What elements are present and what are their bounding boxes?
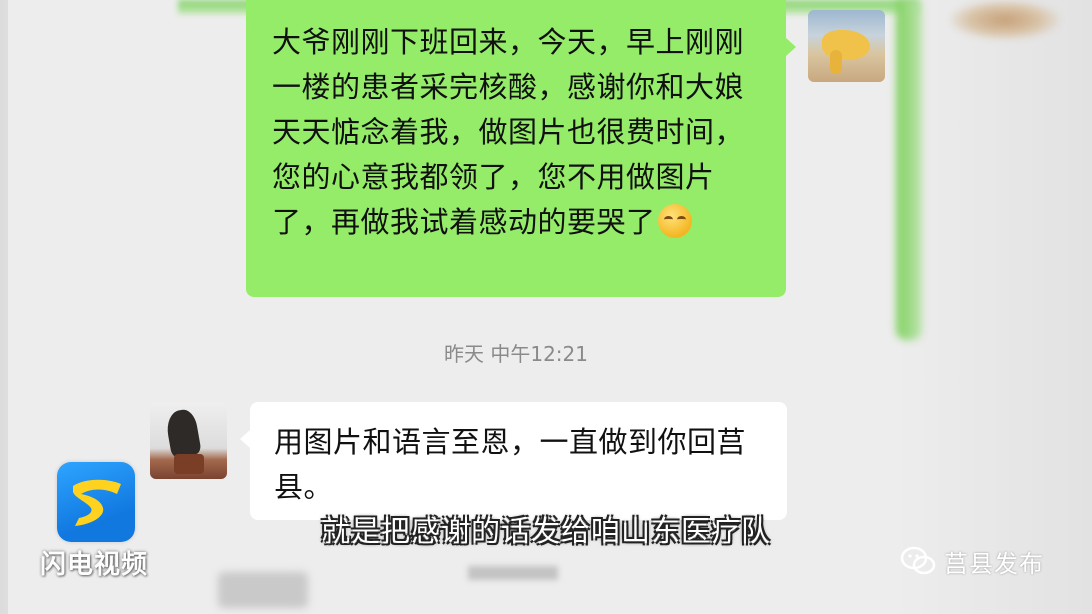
outgoing-message-bubble[interactable]: 大爷刚刚下班回来，今天，早上刚刚一楼的患者采完核酸，感谢你和大娘天天惦念着我，做… [246,0,786,297]
avatar-sculpture-base [174,454,204,474]
blurred-avatar [218,572,308,608]
blurred-next-message [218,566,818,608]
incoming-message-bubble[interactable]: 用图片和语言至恩，一直做到你回莒县。 [250,402,787,520]
receiver-avatar[interactable] [150,402,227,479]
sender-avatar[interactable] [808,10,885,82]
blurred-timestamp [468,566,558,580]
incoming-bubble-tail [240,430,250,448]
wechat-icon [900,546,936,575]
incoming-message-text: 用图片和语言至恩，一直做到你回莒县。 [274,425,747,504]
avatar-sculpture [164,407,202,459]
outgoing-bubble-tail [786,38,796,56]
wechat-watermark: 莒县发布 [900,544,1044,578]
message-timestamp: 昨天 中午12:21 [444,342,588,366]
avatar-figure-leg [830,50,842,74]
watermark-text: 莒县发布 [944,549,1044,578]
crying-laughing-emoji-icon [657,204,692,238]
outgoing-message-text: 大爷刚刚下班回来，今天，早上刚刚一楼的患者采完核酸，感谢你和大娘天天惦念着我，做… [272,25,745,239]
blurred-green-edge [896,0,922,340]
blurred-object [950,0,1060,40]
